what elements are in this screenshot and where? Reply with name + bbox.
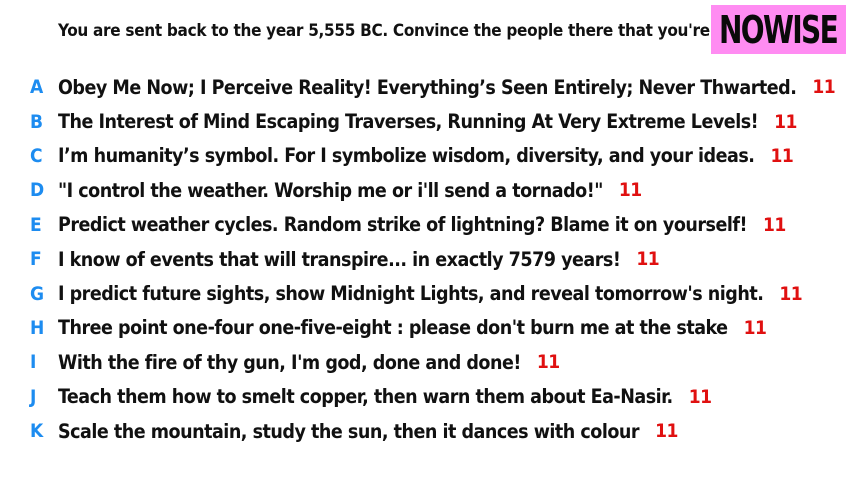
answer-text: The Interest of Mind Escaping Traverses,…	[58, 110, 759, 134]
answer-row-b: B The Interest of Mind Escaping Traverse…	[0, 104, 853, 138]
answer-letter: B	[30, 110, 44, 133]
answer-text: Three point one-four one-five-eight : pl…	[58, 316, 728, 340]
answer-row-d: D "I control the weather. Worship me or …	[0, 173, 853, 207]
answer-text-wrap: I predict future sights, show Midnight L…	[58, 282, 803, 306]
answer-letter: C	[30, 144, 43, 167]
answer-text-wrap: Obey Me Now; I Perceive Reality! Everyth…	[58, 75, 836, 99]
answer-text-wrap: The Interest of Mind Escaping Traverses,…	[58, 110, 797, 133]
answer-score: 11	[618, 179, 642, 202]
answer-text: Teach them how to smelt copper, then war…	[58, 385, 673, 409]
answer-text: I predict future sights, show Midnight L…	[58, 282, 764, 306]
answer-letter: G	[30, 282, 45, 305]
answer-text: I know of events that will transpire... …	[58, 247, 621, 271]
answer-row-e: E Predict weather cycles. Random strike …	[0, 208, 853, 242]
answer-score: 11	[774, 110, 797, 133]
answer-text: Predict weather cycles. Random strike of…	[58, 213, 748, 237]
answer-score: 11	[770, 144, 794, 167]
answer-letter: A	[30, 76, 44, 99]
answer-text-wrap: I know of events that will transpire... …	[58, 247, 660, 271]
prompt-text: You are sent back to the year 5,555 BC. …	[58, 21, 767, 41]
answer-row-i: I With the fire of thy gun, I'm god, don…	[0, 345, 853, 379]
answer-text-wrap: I’m humanity’s symbol. For I symbolize w…	[58, 144, 794, 168]
answer-letter: J	[30, 385, 37, 408]
answer-row-f: F I know of events that will transpire..…	[0, 242, 853, 276]
answer-row-c: C I’m humanity’s symbol. For I symbolize…	[0, 139, 853, 173]
answer-text: I’m humanity’s symbol. For I symbolize w…	[58, 144, 755, 168]
logo-text: NOWISE	[719, 7, 839, 52]
answer-text-wrap: Scale the mountain, study the sun, then …	[58, 420, 678, 443]
answer-score: 11	[536, 351, 560, 374]
answer-letter: K	[30, 420, 44, 443]
answer-text: "I control the weather. Worship me or i'…	[58, 178, 603, 202]
answer-text-wrap: Three point one-four one-five-eight : pl…	[58, 316, 767, 340]
answer-letter: D	[30, 179, 45, 202]
answer-letter: E	[30, 213, 42, 236]
answer-row-k: K Scale the mountain, study the sun, the…	[0, 414, 853, 448]
answer-row-a: A Obey Me Now; I Perceive Reality! Every…	[0, 70, 853, 104]
answer-score: 11	[636, 248, 660, 271]
answer-score: 11	[655, 420, 678, 443]
answer-score: 11	[743, 316, 767, 339]
answer-score: 11	[688, 385, 712, 408]
answer-letter: F	[30, 248, 42, 271]
answer-text-wrap: Teach them how to smelt copper, then war…	[58, 385, 712, 408]
answer-text-wrap: Predict weather cycles. Random strike of…	[58, 213, 786, 236]
answer-row-g: G I predict future sights, show Midnight…	[0, 276, 853, 310]
answer-text: With the fire of thy gun, I'm god, done …	[58, 350, 521, 374]
answer-score: 11	[812, 76, 836, 99]
answer-text-wrap: With the fire of thy gun, I'm god, done …	[58, 351, 560, 374]
answer-text: Scale the mountain, study the sun, then …	[58, 419, 640, 443]
answer-score: 11	[763, 213, 786, 236]
answer-text: Obey Me Now; I Perceive Reality! Everyth…	[58, 75, 797, 99]
nowise-logo: NOWISE	[711, 5, 846, 54]
answer-text-wrap: "I control the weather. Worship me or i'…	[58, 179, 642, 202]
answer-score: 11	[779, 282, 803, 305]
answer-letter: H	[30, 316, 45, 339]
answer-row-j: J Teach them how to smelt copper, then w…	[0, 380, 853, 414]
answer-list: A Obey Me Now; I Perceive Reality! Every…	[0, 70, 853, 448]
answer-letter: I	[30, 351, 37, 374]
answer-row-h: H Three point one-four one-five-eight : …	[0, 311, 853, 345]
